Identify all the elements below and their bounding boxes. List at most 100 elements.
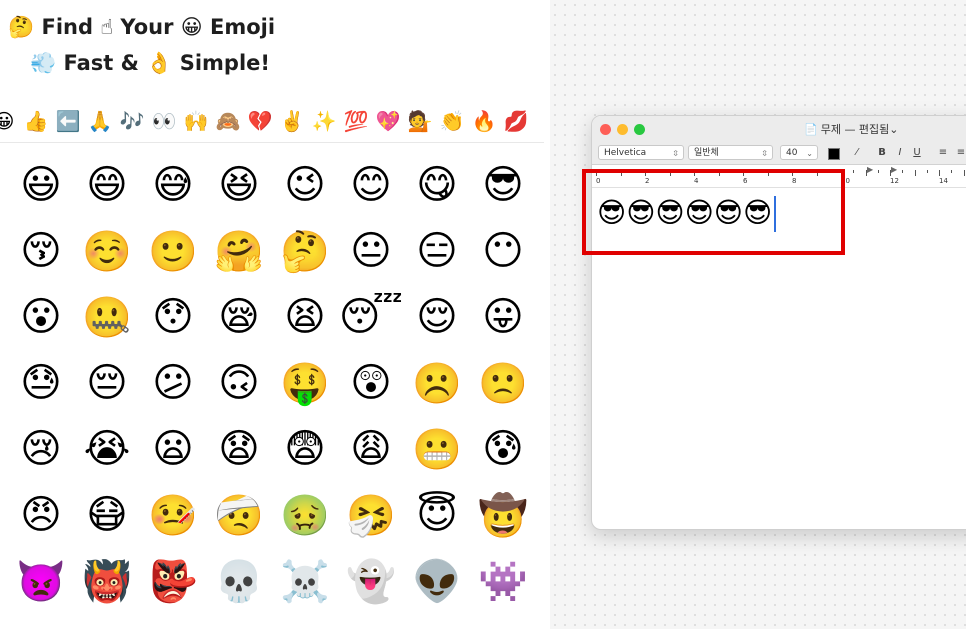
emoji-angry-face-icon[interactable]: 😠: [8, 482, 74, 548]
font-family-value: Helvetica: [604, 148, 647, 158]
category-folded-hands-icon[interactable]: 🙏: [84, 104, 116, 138]
category-kiss-mark-icon[interactable]: 💋: [500, 104, 532, 138]
zoom-button[interactable]: [634, 124, 645, 135]
font-family-select[interactable]: Helvetica ⇳: [598, 145, 684, 160]
emoji-goblin-icon[interactable]: 👺: [140, 548, 206, 614]
emoji-smiling-face-halo-icon[interactable]: 😇: [404, 482, 470, 548]
emoji-frowning-face-icon[interactable]: ☹️: [404, 350, 470, 416]
emoji-smiling-face-icon[interactable]: ☺️: [74, 218, 140, 284]
category-person-tipping-hand-icon[interactable]: 💁: [404, 104, 436, 138]
category-raising-hands-icon[interactable]: 🙌: [180, 104, 212, 138]
category-grinning-icon[interactable]: 😀: [0, 104, 20, 138]
category-sparkles-icon[interactable]: ✨: [308, 104, 340, 138]
highlight-color-icon[interactable]: ⁄: [850, 145, 864, 160]
emoji-expressionless-face-icon[interactable]: 😑: [404, 218, 470, 284]
emoji-winking-face-icon[interactable]: 😉: [272, 152, 338, 218]
category-hundred-points-icon[interactable]: 💯: [340, 104, 372, 138]
minimize-button[interactable]: [617, 124, 628, 135]
title-chevron-icon[interactable]: ⌄: [889, 123, 898, 136]
emoji-face-medical-mask-icon[interactable]: 😷: [74, 482, 140, 548]
emoji-face-open-mouth-icon[interactable]: 😮: [8, 284, 74, 350]
emoji-face-without-mouth-icon[interactable]: 😶: [470, 218, 536, 284]
tab-stop-icon[interactable]: ▶: [891, 165, 897, 174]
emoji-ogre-icon[interactable]: 👹: [74, 548, 140, 614]
emoji-grinning-face-smiling-eyes-icon[interactable]: 😄: [74, 152, 140, 218]
font-size-field[interactable]: 40 ⌄: [780, 145, 818, 160]
emoji-ghost-icon[interactable]: 👻: [338, 548, 404, 614]
font-style-select[interactable]: 일반체 ⇳: [688, 145, 773, 160]
emoji-sneezing-face-icon[interactable]: 🤧: [338, 482, 404, 548]
emoji-zipper-mouth-face-icon[interactable]: 🤐: [74, 284, 140, 350]
emoji-skull-crossbones-icon[interactable]: ☠️: [272, 548, 338, 614]
emoji-smiling-face-smiling-eyes-icon[interactable]: 😊: [338, 152, 404, 218]
category-victory-hand-icon[interactable]: ✌️: [276, 104, 308, 138]
category-bar: 😀 👍 ⬅️ 🙏 🎶 👀 🙌 🙈 💔 ✌️ ✨ 💯 💖 💁 👏 🔥 💋: [0, 104, 550, 138]
emoji-sleepy-face-icon[interactable]: 😪: [206, 284, 272, 350]
emoji-face-thermometer-icon[interactable]: 🤒: [140, 482, 206, 548]
emoji-skull-icon[interactable]: 💀: [206, 548, 272, 614]
emoji-hushed-face-icon[interactable]: 😯: [140, 284, 206, 350]
category-musical-notes-icon[interactable]: 🎶: [116, 104, 148, 138]
emoji-sleeping-face-icon[interactable]: 😴: [338, 284, 404, 350]
emoji-grinning-face-sweat-icon[interactable]: 😅: [140, 152, 206, 218]
hero-line-2: 💨 Fast & 👌 Simple!: [30, 48, 275, 78]
emoji-grimacing-face-icon[interactable]: 😬: [404, 416, 470, 482]
emoji-anxious-face-sweat-icon[interactable]: 😰: [470, 416, 536, 482]
emoji-fearful-face-icon[interactable]: 😨: [272, 416, 338, 482]
emoji-astonished-face-icon[interactable]: 😲: [338, 350, 404, 416]
emoji-frowning-open-mouth-icon[interactable]: 😦: [140, 416, 206, 482]
category-see-no-evil-monkey-icon[interactable]: 🙈: [212, 104, 244, 138]
emoji-thinking-face-icon[interactable]: 🤔: [272, 218, 338, 284]
emoji-pensive-face-icon[interactable]: 😔: [74, 350, 140, 416]
italic-button[interactable]: I: [893, 145, 907, 160]
emoji-hugging-face-icon[interactable]: 🤗: [206, 218, 272, 284]
stepper-icon: ⇳: [672, 149, 679, 158]
emoji-face-head-bandage-icon[interactable]: 🤕: [206, 482, 272, 548]
underline-button[interactable]: U: [910, 145, 924, 160]
category-broken-heart-icon[interactable]: 💔: [244, 104, 276, 138]
font-style-value: 일반체: [694, 148, 719, 158]
ruler-tick: [877, 170, 879, 173]
align-left-icon[interactable]: ≡: [936, 145, 950, 160]
category-fire-icon[interactable]: 🔥: [468, 104, 500, 138]
emoji-confused-face-icon[interactable]: 😕: [140, 350, 206, 416]
emoji-grinning-face-big-eyes-icon[interactable]: 😃: [8, 152, 74, 218]
emoji-anguished-face-icon[interactable]: 😧: [206, 416, 272, 482]
category-sparkling-heart-icon[interactable]: 💖: [372, 104, 404, 138]
emoji-slightly-smiling-face-icon[interactable]: 🙂: [140, 218, 206, 284]
tab-stop-icon[interactable]: ▶: [867, 165, 873, 174]
emoji-alien-icon[interactable]: 👽: [404, 548, 470, 614]
window-title[interactable]: 📄 무제 — 편집됨⌄: [804, 121, 899, 137]
emoji-grinning-squinting-face-icon[interactable]: 😆: [206, 152, 272, 218]
ruler-tick: [890, 170, 891, 176]
category-thumbs-up-icon[interactable]: 👍: [20, 104, 52, 138]
emoji-weary-face-icon[interactable]: 😩: [338, 416, 404, 482]
emoji-smiling-face-sunglasses-icon[interactable]: 😎: [470, 152, 536, 218]
emoji-upside-down-face-icon[interactable]: 🙃: [206, 350, 272, 416]
emoji-slightly-frowning-face-icon[interactable]: 🙁: [470, 350, 536, 416]
emoji-crying-face-icon[interactable]: 😢: [8, 416, 74, 482]
emoji-nauseated-face-icon[interactable]: 🤢: [272, 482, 338, 548]
emoji-face-savoring-food-icon[interactable]: 😋: [404, 152, 470, 218]
ruler-number: 14: [939, 177, 948, 185]
emoji-downcast-face-sweat-icon[interactable]: 😓: [8, 350, 74, 416]
text-color-well[interactable]: [828, 148, 840, 160]
close-button[interactable]: [600, 124, 611, 135]
emoji-money-mouth-face-icon[interactable]: 🤑: [272, 350, 338, 416]
category-left-arrow-icon[interactable]: ⬅️: [52, 104, 84, 138]
title-bar[interactable]: 📄 무제 — 편집됨⌄: [592, 116, 966, 142]
emoji-angry-face-horns-icon[interactable]: 👿: [8, 548, 74, 614]
emoji-cowboy-hat-face-icon[interactable]: 🤠: [470, 482, 536, 548]
emoji-neutral-face-icon[interactable]: 😐: [338, 218, 404, 284]
emoji-alien-monster-icon[interactable]: 👾: [470, 548, 536, 614]
emoji-loudly-crying-face-icon[interactable]: 😭: [74, 416, 140, 482]
emoji-tired-face-icon[interactable]: 😫: [272, 284, 338, 350]
emoji-relieved-face-icon[interactable]: 😌: [404, 284, 470, 350]
bold-button[interactable]: B: [875, 145, 889, 160]
emoji-face-with-tongue-icon[interactable]: 😛: [470, 284, 536, 350]
align-center-icon[interactable]: ≡: [954, 145, 966, 160]
category-eyes-icon[interactable]: 👀: [148, 104, 180, 138]
category-clapping-hands-icon[interactable]: 👏: [436, 104, 468, 138]
font-size-value: 40: [786, 148, 798, 158]
emoji-kissing-face-closed-eyes-icon[interactable]: 😚: [8, 218, 74, 284]
